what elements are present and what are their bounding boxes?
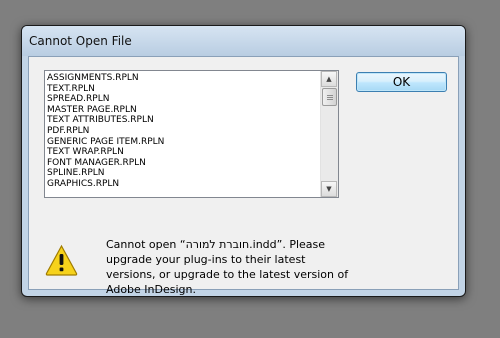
plugin-file-list: ASSIGNMENTS.RPLN TEXT.RPLN SPREAD.RPLN MAST… [47,73,323,197]
list-item[interactable]: TEXT.RPLN [47,84,323,95]
list-scrollbar[interactable]: ▲ ▼ [320,71,338,197]
list-item[interactable]: GRAPHICS.RPLN [47,179,323,190]
scroll-down-icon[interactable]: ▼ [321,181,337,197]
dialog-title: Cannot Open File [29,34,132,48]
thumb-grip-line [327,99,333,100]
list-item[interactable]: ASSIGNMENTS.RPLN [47,73,323,84]
list-item[interactable]: FONT MANAGER.RPLN [47,158,323,169]
scrollbar-thumb[interactable] [322,88,337,106]
list-item[interactable]: SPREAD.RPLN [47,94,323,105]
dialog-body: ASSIGNMENTS.RPLN TEXT.RPLN SPREAD.RPLN MAST… [28,56,459,296]
ok-button[interactable]: OK [356,72,447,92]
missing-plugins-list[interactable]: ASSIGNMENTS.RPLN TEXT.RPLN SPREAD.RPLN MAST… [44,70,339,198]
list-item[interactable]: PDF.RPLN [47,126,323,137]
warning-icon [45,244,78,276]
thumb-grip-line [327,95,333,96]
title-bar[interactable]: Cannot Open File [22,26,465,56]
list-item[interactable]: MASTER PAGE.RPLN [47,105,323,116]
cannot-open-file-dialog: Cannot Open File ASSIGNMENTS.RPLN TEXT.RP… [21,25,466,297]
list-item[interactable]: TEXT ATTRIBUTES.RPLN [47,115,323,126]
list-item[interactable]: GENERIC PAGE ITEM.RPLN [47,137,323,148]
error-message: Cannot open “חוברת למורה.indd”. Please u… [106,238,349,296]
scroll-up-icon[interactable]: ▲ [321,71,337,87]
list-item[interactable]: SPLINE.RPLN [47,168,323,179]
list-item[interactable]: TEXT WRAP.RPLN [47,147,323,158]
thumb-grip-line [327,97,333,98]
